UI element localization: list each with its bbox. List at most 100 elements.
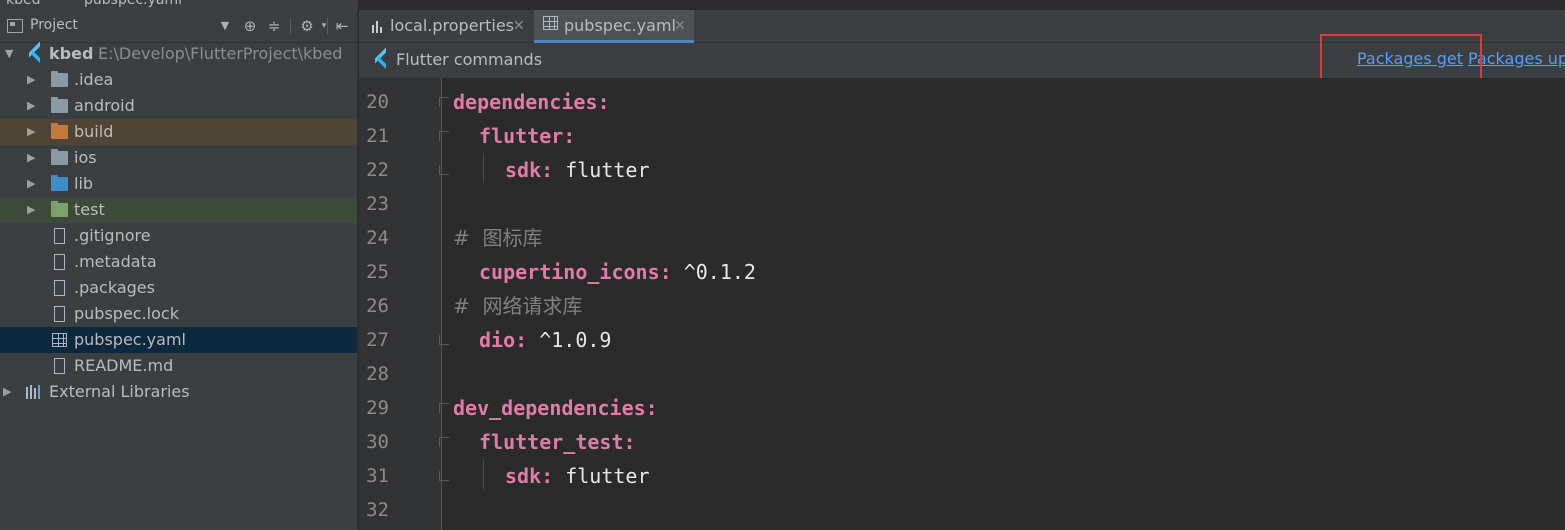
project-panel-header: Project ▼ ⊕ ≑ ⚙ ▾ ⇤ [0, 10, 357, 43]
tree-item-packages[interactable]: .packages [0, 275, 357, 301]
tree-item-pubspec-yaml[interactable]: pubspec.yaml [0, 327, 357, 353]
tree-item-build[interactable]: ▶ build [0, 119, 357, 145]
collapsed-arrow-icon[interactable]: ▶ [27, 67, 39, 93]
libraries-icon [26, 385, 42, 399]
tree-item-test[interactable]: ▶ test [0, 197, 357, 223]
line-number: 28 [366, 363, 389, 385]
tree-item-metadata[interactable]: .metadata [0, 249, 357, 275]
header-separator [290, 18, 291, 34]
yaml-key: flutter: [479, 124, 576, 148]
project-view-icon [7, 19, 23, 33]
collapsed-arrow-icon[interactable]: ▶ [27, 145, 39, 171]
yaml-file-icon [543, 16, 558, 30]
code-line-22[interactable]: sdk: flutter [505, 153, 650, 187]
collapsed-arrow-icon[interactable]: ▶ [27, 197, 39, 223]
close-icon[interactable]: ✕ [513, 10, 525, 42]
code-line-27[interactable]: dio: ^1.0.9 [479, 323, 611, 357]
line-number: 31 [366, 465, 389, 487]
line-number: 29 [366, 397, 389, 419]
line-number: 32 [366, 499, 389, 521]
root-path: E:\Develop\FlutterProject\kbed [98, 44, 343, 63]
tree-item-lib[interactable]: ▶ lib [0, 171, 357, 197]
tree-item-external-libraries[interactable]: ▶ External Libraries [0, 379, 357, 405]
code-line-25[interactable]: cupertino_icons: ^0.1.2 [479, 255, 756, 289]
code-line-26[interactable]: # 网络请求库 [453, 289, 582, 323]
project-panel-title[interactable]: Project [30, 17, 78, 33]
breadcrumb-project[interactable]: kbed [6, 0, 41, 8]
code-line-30[interactable]: flutter_test: [479, 425, 636, 459]
code-line-21[interactable]: flutter: [479, 119, 575, 153]
tree-item-idea[interactable]: ▶ .idea [0, 67, 357, 93]
tree-item-pubspec-lock[interactable]: pubspec.lock [0, 301, 357, 327]
tab-label: pubspec.yaml [564, 16, 676, 35]
code-line-29[interactable]: dev_dependencies: [453, 391, 658, 425]
yaml-key: flutter_test: [479, 430, 636, 454]
yaml-key: dio: [479, 328, 528, 352]
yaml-key: sdk: [505, 464, 554, 488]
tree-item-readme[interactable]: README.md [0, 353, 357, 379]
tree-item-ios[interactable]: ▶ ios [0, 145, 357, 171]
folder-icon [51, 71, 68, 87]
excluded-folder-icon [51, 123, 68, 139]
yaml-key: cupertino_icons: [479, 260, 672, 284]
breadcrumb: kbed pubspec.yaml [0, 0, 358, 10]
hide-panel-icon[interactable]: ⇤ [331, 15, 353, 37]
expanded-arrow-icon[interactable]: ▼ [5, 41, 17, 67]
line-number: 26 [366, 295, 389, 317]
collapsed-arrow-icon[interactable]: ▶ [27, 93, 39, 119]
view-dropdown-chevron-icon[interactable]: ▼ [214, 15, 236, 37]
tree-item-label: pubspec.yaml [74, 330, 186, 349]
source-folder-icon [51, 175, 68, 191]
yaml-value: flutter [553, 464, 650, 488]
tab-label: local.properties [390, 16, 515, 35]
tree-item-label: test [74, 200, 105, 219]
file-icon [54, 358, 65, 374]
line-number: 22 [366, 159, 389, 181]
tree-item-label: .metadata [74, 252, 157, 271]
tree-item-label: ios [74, 148, 97, 167]
breadcrumb-file[interactable]: pubspec.yaml [84, 0, 182, 8]
code-line-20[interactable]: dependencies: [453, 85, 610, 119]
tree-item-gitignore[interactable]: .gitignore [0, 223, 357, 249]
flutter-icon [374, 52, 388, 68]
tab-pubspec-yaml[interactable]: pubspec.yaml ✕ [534, 10, 694, 43]
file-icon [54, 254, 65, 270]
tree-root-kbed[interactable]: ▼ kbed E:\Develop\FlutterProject\kbed [0, 41, 357, 67]
collapsed-arrow-icon[interactable]: ▶ [27, 171, 39, 197]
line-number: 30 [366, 431, 389, 453]
line-number: 27 [366, 329, 389, 351]
properties-file-icon [370, 19, 384, 33]
tree-item-label: lib [74, 174, 94, 193]
line-number: 23 [366, 193, 389, 215]
close-icon[interactable]: ✕ [674, 10, 686, 42]
code-line-31[interactable]: sdk: flutter [505, 459, 650, 493]
line-number: 24 [366, 227, 389, 249]
folder-icon [51, 149, 68, 165]
line-number: 20 [366, 91, 389, 113]
tree-item-android[interactable]: ▶ android [0, 93, 357, 119]
code-line-24[interactable]: # 图标库 [453, 221, 542, 255]
yaml-value: ^1.0.9 [527, 328, 612, 352]
tab-local-properties[interactable]: local.properties ✕ [359, 10, 531, 43]
file-icon [54, 280, 65, 296]
line-numbers: 20 21 22 23 24 25 26 27 28 29 30 31 32 [359, 85, 449, 525]
collapsed-arrow-icon[interactable]: ▶ [3, 379, 15, 405]
line-number: 21 [366, 125, 389, 147]
yaml-comment: # 网络请求库 [453, 294, 583, 318]
folder-icon [51, 97, 68, 113]
tree-item-label: .idea [74, 70, 114, 89]
code-content[interactable]: dependencies: flutter: sdk: flutter # 图标… [441, 85, 1565, 525]
packages-upgrade-link[interactable]: Packages up [1468, 49, 1565, 68]
tree-item-label: build [74, 122, 114, 141]
collapsed-arrow-icon[interactable]: ▶ [27, 119, 39, 145]
yaml-file-icon [52, 333, 67, 347]
locate-file-icon[interactable]: ⊕ [239, 15, 261, 37]
yaml-value: flutter [553, 158, 650, 182]
root-name: kbed [49, 44, 94, 63]
tree-item-label: External Libraries [49, 382, 190, 401]
file-icon [54, 228, 65, 244]
flutter-commands-label: Flutter commands [396, 50, 543, 69]
collapse-all-icon[interactable]: ≑ [263, 15, 285, 37]
yaml-key: sdk: [505, 158, 554, 182]
flutter-project-icon [28, 46, 42, 62]
